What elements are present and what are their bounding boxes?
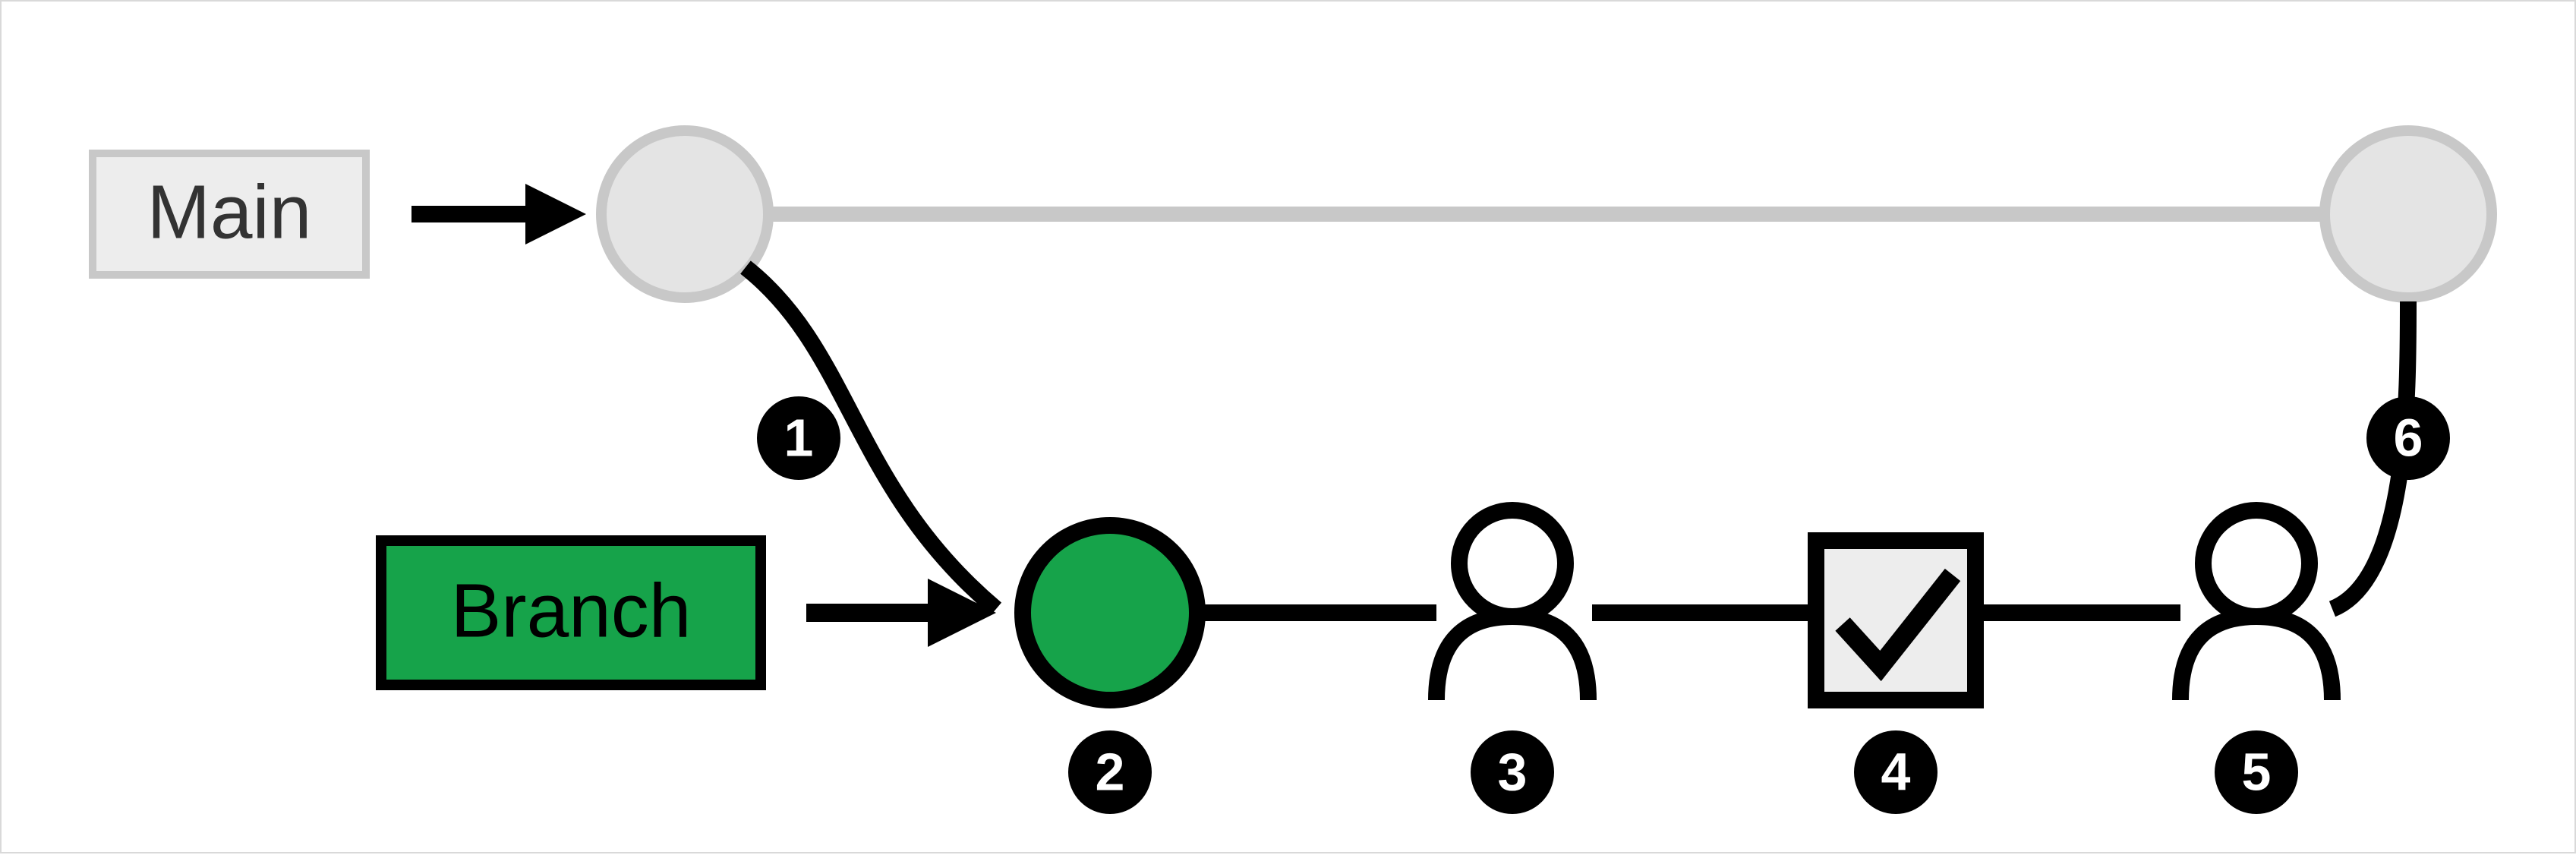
step-badge-1: 1 [757,396,840,480]
svg-text:1: 1 [784,408,814,467]
main-merge-node [2325,131,2492,298]
step-badge-6: 6 [2366,396,2450,480]
branch-label-text: Branch [451,568,692,653]
step-badge-2: 2 [1068,730,1152,814]
git-flow-diagram: Main Branch [2,2,2576,855]
main-label-box: Main [93,153,366,275]
svg-text:5: 5 [2242,742,2272,801]
svg-text:3: 3 [1498,742,1528,801]
checkbox-icon [1816,541,1975,700]
step-badge-5: 5 [2215,730,2298,814]
branch-commit-node [1023,525,1197,700]
branch-label-box: Branch [381,541,761,685]
main-label-text: Main [147,169,312,254]
step-badge-4: 4 [1854,730,1938,814]
person-icon-2 [2180,510,2332,700]
step-badge-3: 3 [1471,730,1554,814]
person-icon-1 [1436,510,1588,700]
svg-text:6: 6 [2394,408,2423,467]
svg-text:4: 4 [1881,742,1911,801]
svg-text:2: 2 [1096,742,1125,801]
diagram-frame: Main Branch [0,0,2576,853]
main-arrow [411,184,586,245]
